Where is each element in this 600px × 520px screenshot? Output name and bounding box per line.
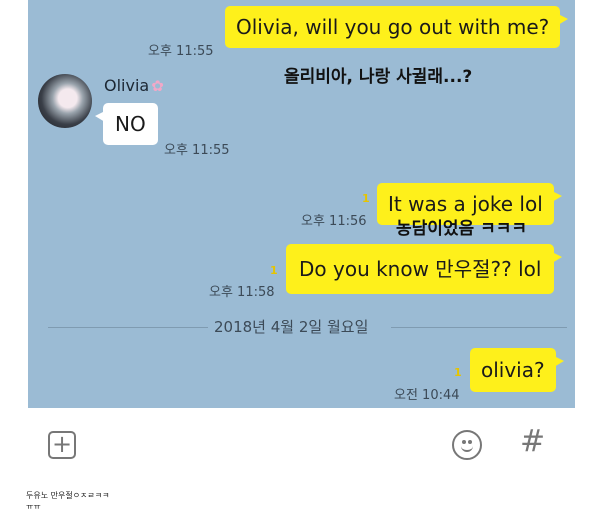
hash-icon[interactable]: # xyxy=(520,424,545,459)
plus-icon[interactable]: + xyxy=(48,431,76,459)
emoticon-icon[interactable] xyxy=(452,430,482,460)
message-time: 오후 11:55 xyxy=(164,143,230,158)
caption-line: 두유노 만우절ㅇㅈㄹㅋㅋ xyxy=(26,491,110,500)
divider-line xyxy=(48,327,208,328)
message-text: Do you know 만우절?? lol xyxy=(299,257,542,281)
message-time: 오전 10:44 xyxy=(394,388,460,403)
message-text: olivia? xyxy=(481,358,545,382)
message-text: It was a joke lol xyxy=(388,192,543,216)
unread-count: 1 xyxy=(362,192,370,205)
caption: 두유노 만우절ㅇㅈㄹㅋㅋ ㅠㅠ xyxy=(26,490,110,512)
divider-line xyxy=(391,327,567,328)
date-divider: 2018년 4월 2일 월요일 xyxy=(48,316,567,338)
avatar[interactable] xyxy=(38,74,92,128)
message-bubble-reply[interactable]: NO xyxy=(95,103,158,145)
message-text: NO xyxy=(115,112,146,136)
input-bar[interactable]: + # xyxy=(28,408,575,480)
message-text: Olivia, will you go out with me? xyxy=(236,15,550,39)
message-bubble-proposal[interactable]: Olivia, will you go out with me? xyxy=(225,6,569,48)
emoticon-eye xyxy=(462,440,466,444)
message-bubble-olivia[interactable]: olivia? xyxy=(470,348,564,392)
flower-icon: ✿ xyxy=(151,77,164,95)
translation-overlay: 올리비아, 나랑 사귈래...? xyxy=(284,67,473,87)
message-time: 오후 11:58 xyxy=(209,285,275,300)
unread-count: 1 xyxy=(270,264,278,277)
emoticon-mouth xyxy=(461,445,473,452)
message-time: 오후 11:55 xyxy=(148,44,214,59)
date-text: 2018년 4월 2일 월요일 xyxy=(214,318,369,336)
chat-area[interactable]: Olivia, will you go out with me? 오후 11:5… xyxy=(28,0,575,408)
message-bubble-april-fools[interactable]: Do you know 만우절?? lol xyxy=(286,244,563,294)
message-time: 오후 11:56 xyxy=(301,214,367,229)
emoticon-eye xyxy=(468,440,472,444)
sender-name: Olivia ✿ xyxy=(104,76,164,95)
translation-overlay: 농담이었음 ㅋㅋㅋ xyxy=(396,219,528,239)
caption-line: ㅠㅠ xyxy=(26,502,41,511)
unread-count: 1 xyxy=(454,366,462,379)
